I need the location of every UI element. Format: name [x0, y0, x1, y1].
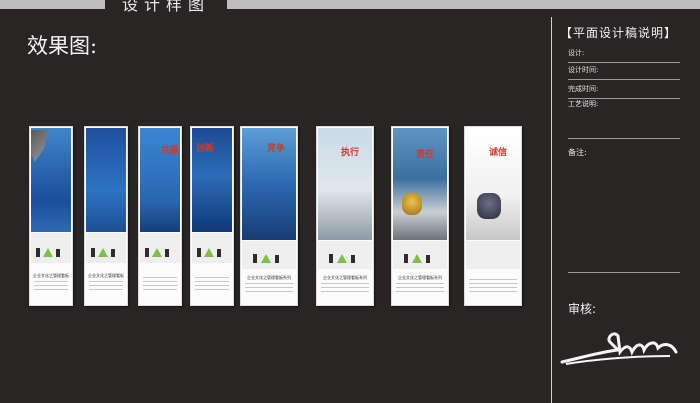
effect-label: 效果图:: [27, 34, 98, 58]
banner-4-headline: 创新: [196, 144, 215, 154]
banner-1-footer: 企业文化之管理看板: [33, 273, 69, 278]
banner-4[interactable]: 创新: [190, 126, 234, 306]
field-design-time-label: 设计时间:: [568, 66, 599, 74]
sheet-title: 设计样图: [122, 0, 211, 14]
panel-divider: [551, 17, 552, 403]
field-designer-label: 设计:: [568, 49, 585, 57]
banner-2-footer: 企业文化之管理看板: [88, 273, 124, 278]
field-finish-time-label: 完成时间:: [568, 85, 599, 93]
banner-3-figures: [145, 243, 173, 257]
banner-7-headline: 责任: [416, 150, 435, 160]
banner-3[interactable]: 共赢: [138, 126, 182, 306]
banner-6[interactable]: 执行 企业文化之管理看板系列: [316, 126, 374, 306]
field-designer[interactable]: 设计:: [568, 48, 680, 63]
field-process-note-label: 工艺说明:: [568, 100, 599, 108]
signature-graphic: [560, 322, 680, 368]
banner-8[interactable]: 诚信: [464, 126, 522, 306]
banner-5[interactable]: 竞争 企业文化之管理看板系列: [240, 126, 298, 306]
banner-1-figures: [36, 243, 64, 257]
process-note-line: [568, 138, 680, 139]
field-design-time[interactable]: 设计时间:: [568, 65, 680, 80]
top-bar: [0, 0, 700, 9]
banner-6-headline: 执行: [341, 148, 360, 158]
banner-2[interactable]: 企业文化之管理看板: [84, 126, 128, 306]
banner-6-figures: [329, 249, 359, 263]
audit-label: 审核:: [568, 302, 597, 316]
banner-5-footer: 企业文化之管理看板系列: [247, 275, 291, 280]
banner-5-figures: [253, 249, 283, 263]
banner-7[interactable]: 责任 企业文化之管理看板系列: [391, 126, 449, 306]
banner-6-footer: 企业文化之管理看板系列: [323, 275, 367, 280]
banner-2-art: [86, 128, 126, 232]
field-finish-time[interactable]: 完成时间:: [568, 84, 680, 99]
banner-1[interactable]: 企业文化之管理看板: [29, 126, 73, 306]
banner-8-band: [466, 241, 520, 269]
banner-2-figures: [91, 243, 119, 257]
panel-title: 【平面设计稿说明】: [560, 26, 678, 40]
ding-vessel-shape: [477, 193, 501, 219]
banner-8-headline: 诚信: [489, 148, 508, 158]
field-process-note[interactable]: 工艺说明:: [568, 99, 680, 113]
note-label: 备注:: [568, 148, 587, 157]
banner-7-art: [393, 128, 447, 240]
banner-7-figures: [404, 249, 434, 263]
banner-4-figures: [197, 243, 225, 257]
banner-3-headline: 共赢: [161, 146, 180, 156]
note-line: [568, 272, 680, 273]
banner-7-footer: 企业文化之管理看板系列: [398, 275, 442, 280]
banner-5-headline: 竞争: [267, 144, 286, 154]
cauldron-shape: [402, 193, 422, 215]
